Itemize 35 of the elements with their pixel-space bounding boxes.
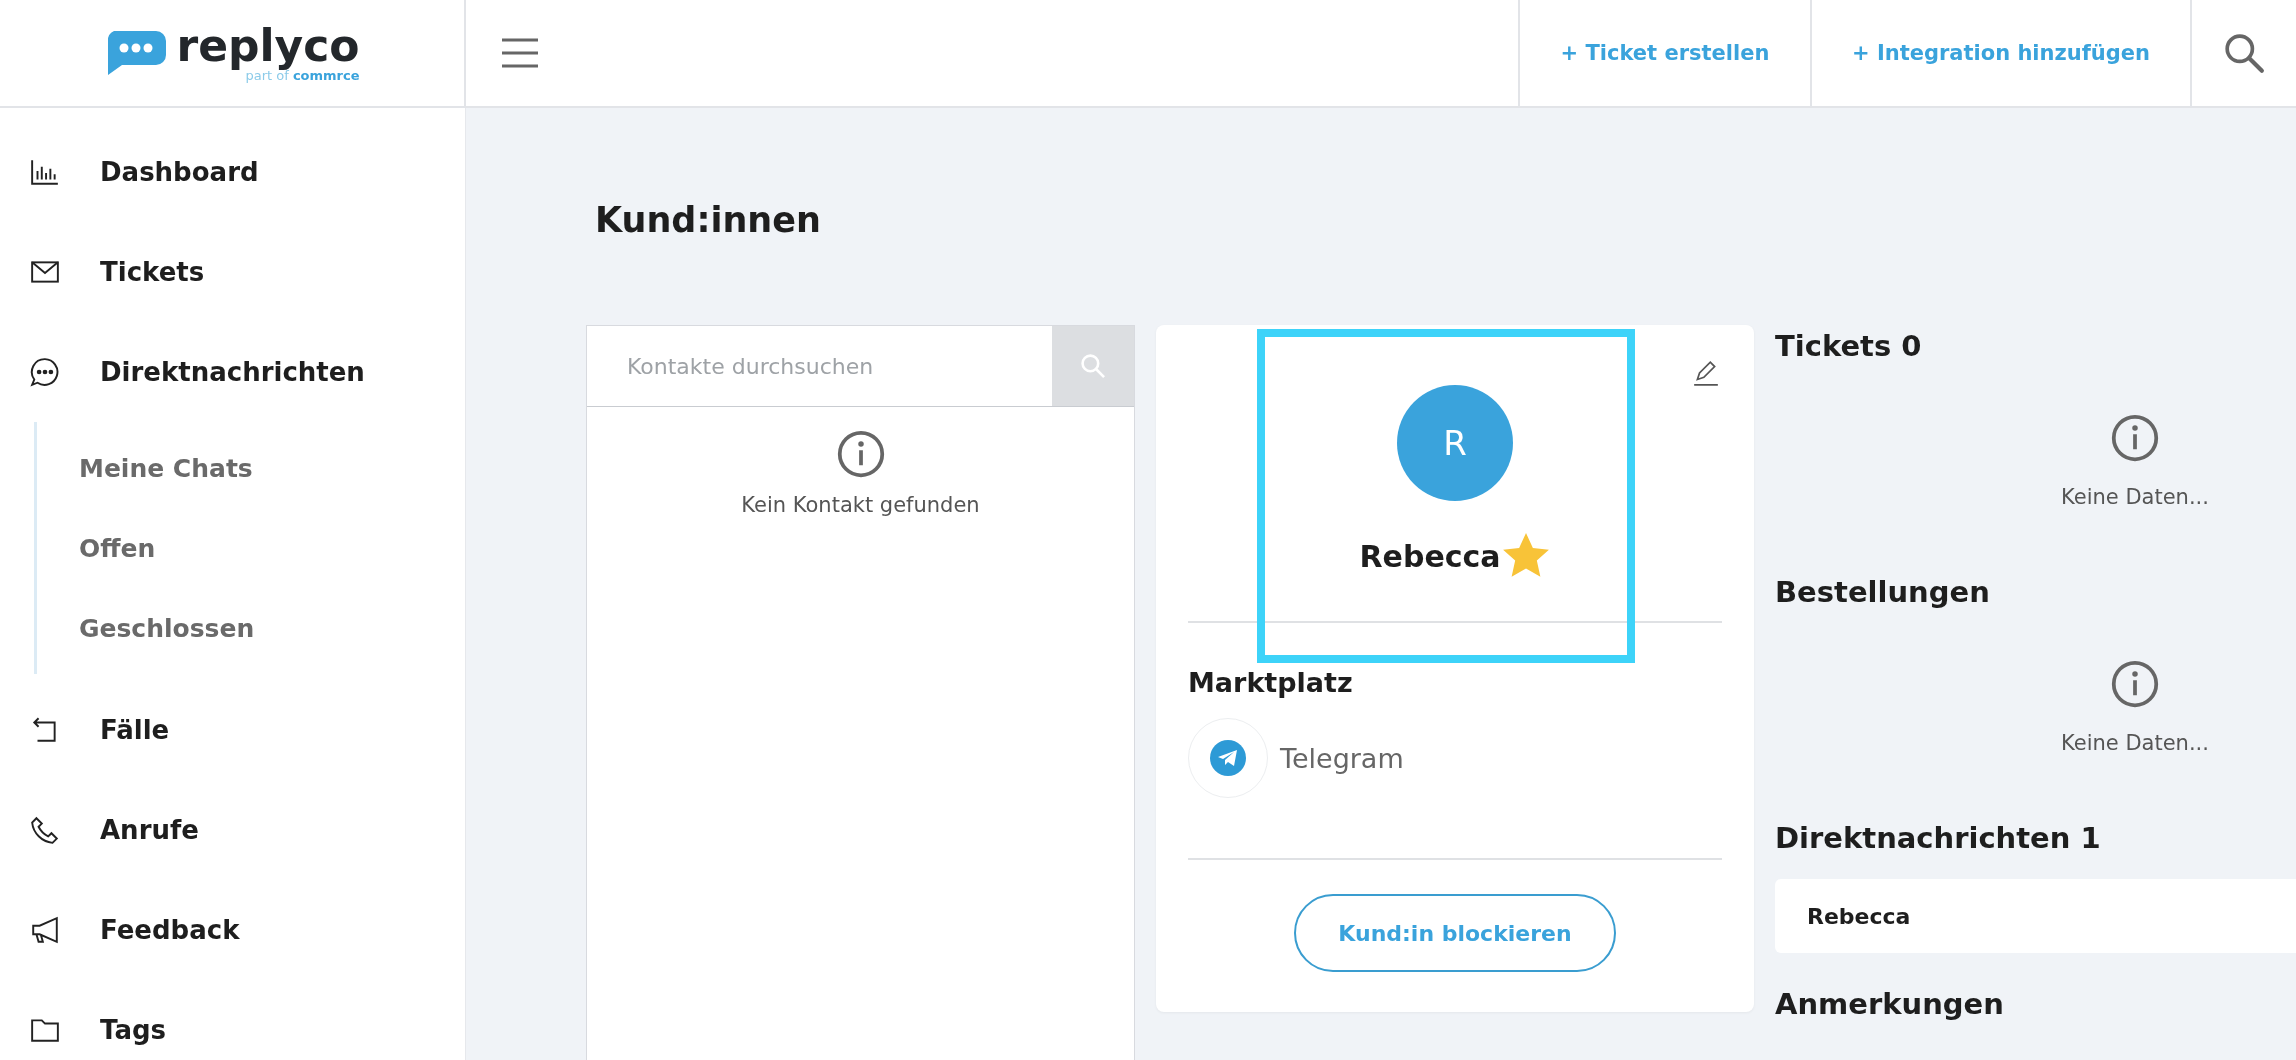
- nav-icon: [30, 815, 60, 845]
- info-icon: [2110, 659, 2160, 709]
- search-icon: [1080, 353, 1106, 379]
- sidebar-item[interactable]: Anrufe: [0, 780, 465, 880]
- logo-wordmark: replyco: [176, 23, 360, 68]
- edit-icon[interactable]: [1692, 359, 1720, 387]
- info-icon: [835, 429, 886, 479]
- section-heading: Bestellungen: [1775, 574, 1991, 609]
- avatar: R: [1397, 385, 1513, 501]
- sidebar-item[interactable]: Tickets: [0, 222, 465, 322]
- sidebar-subitem[interactable]: Geschlossen: [37, 588, 465, 668]
- empty-message: Keine Daten...: [2061, 485, 2209, 509]
- section-heading: Direktnachrichten 1: [1775, 820, 2102, 855]
- sidebar-subitem[interactable]: Offen: [37, 508, 465, 588]
- customer-name: Rebecca: [1359, 538, 1501, 574]
- marketplace-name: Telegram: [1280, 742, 1404, 774]
- info-icon: [2110, 413, 2160, 463]
- sidebar-item[interactable]: Feedback: [0, 880, 465, 980]
- section-heading: Tickets 0: [1775, 328, 1923, 363]
- nav-icon: [30, 357, 60, 387]
- menu-icon[interactable]: [502, 38, 538, 68]
- section-heading: Marktplatz: [1188, 667, 1353, 698]
- search-icon[interactable]: [2223, 32, 2265, 74]
- nav-icon: [30, 915, 60, 945]
- empty-message: Kein Kontakt gefunden: [741, 493, 980, 517]
- section-heading: Anmerkungen: [1775, 986, 2005, 1021]
- nav-icon: [30, 157, 60, 187]
- sidebar-item[interactable]: Dashboard: [0, 122, 465, 222]
- page-title: Kund:innen: [594, 199, 822, 242]
- sidebar-item[interactable]: Fälle: [0, 680, 465, 780]
- sidebar-subitem[interactable]: Meine Chats: [37, 428, 465, 508]
- sidebar-item[interactable]: Direktnachrichten: [0, 322, 465, 422]
- empty-message: Keine Daten...: [2061, 731, 2209, 755]
- sidebar-item[interactable]: Tags: [0, 980, 465, 1060]
- message-item[interactable]: Rebecca: [1775, 879, 2296, 953]
